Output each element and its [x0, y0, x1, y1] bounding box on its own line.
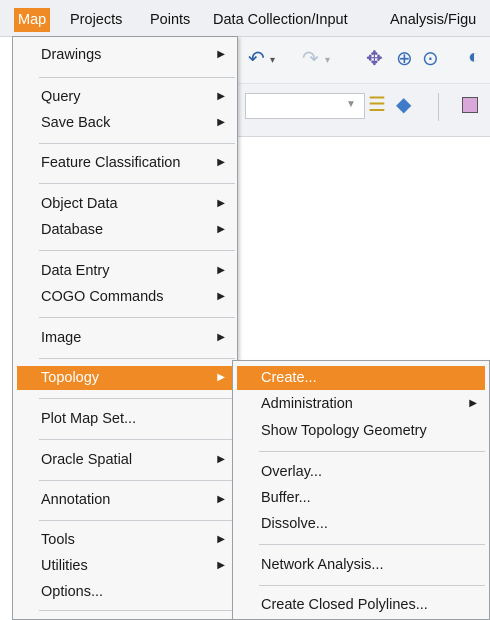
toolbar-divider	[438, 93, 439, 121]
submenu-item-overlay[interactable]: Overlay...	[237, 460, 485, 484]
menu-item-save-back[interactable]: Save Back ▶	[17, 111, 233, 135]
redo-dropdown-icon[interactable]: ▾	[325, 50, 330, 72]
menu-separator	[39, 143, 235, 144]
zoom-window-icon[interactable]: ⊙	[422, 48, 439, 70]
submenu-arrow-icon: ▶	[217, 91, 225, 102]
menu-item-topology[interactable]: Topology ▶	[17, 366, 233, 390]
menu-separator	[39, 183, 235, 184]
menu-item-oracle-spatial[interactable]: Oracle Spatial ▶	[17, 448, 233, 472]
menu-separator	[39, 358, 235, 359]
submenu-item-label: Overlay...	[261, 464, 322, 480]
undo-dropdown-icon[interactable]: ▾	[270, 50, 275, 72]
menu-item-annotation[interactable]: Annotation ▶	[17, 488, 233, 512]
submenu-item-label: Network Analysis...	[261, 557, 384, 573]
submenu-arrow-icon: ▶	[217, 224, 225, 235]
menu-points[interactable]: Points	[146, 8, 194, 32]
menu-analysis-figures[interactable]: Analysis/Figu	[386, 8, 480, 32]
menu-separator	[259, 451, 485, 452]
submenu-item-label: Buffer...	[261, 490, 311, 506]
submenu-item-label: Create...	[261, 370, 317, 386]
menu-separator	[259, 585, 485, 586]
menu-item-label: Save Back	[41, 115, 111, 131]
menu-item-feature-classification[interactable]: Feature Classification ▶	[17, 151, 233, 175]
menu-item-plot-map-set[interactable]: Plot Map Set...	[17, 407, 233, 431]
menu-item-label: Database	[41, 222, 104, 238]
menu-item-cogo-commands[interactable]: COGO Commands ▶	[17, 285, 233, 309]
submenu-item-buffer[interactable]: Buffer...	[237, 486, 485, 510]
menu-item-label: Topology	[41, 370, 100, 386]
menu-item-label: Oracle Spatial	[41, 452, 133, 468]
menu-item-label: Object Data	[41, 196, 118, 212]
submenu-item-dissolve[interactable]: Dissolve...	[237, 512, 485, 536]
submenu-arrow-icon: ▶	[469, 398, 477, 409]
menu-projects[interactable]: Projects	[66, 8, 126, 32]
pan-icon[interactable]: ✥	[366, 48, 383, 70]
zoom-plus-icon[interactable]: ⊕	[396, 48, 413, 70]
menu-item-label: Tools	[41, 532, 75, 548]
submenu-arrow-icon: ▶	[217, 372, 225, 383]
menu-item-label: Utilities	[41, 558, 88, 574]
toolbar-top	[238, 37, 490, 84]
layer-state-icon[interactable]: ◆	[396, 94, 411, 116]
menu-separator	[39, 77, 235, 78]
menu-item-options[interactable]: Options...	[17, 580, 233, 604]
submenu-arrow-icon: ▶	[217, 198, 225, 209]
menu-separator	[39, 398, 235, 399]
menu-item-utilities[interactable]: Utilities ▶	[17, 554, 233, 578]
menu-separator	[39, 250, 235, 251]
submenu-item-network-analysis[interactable]: Network Analysis...	[237, 553, 485, 577]
menu-item-label: Data Entry	[41, 263, 110, 279]
submenu-item-create[interactable]: Create...	[237, 366, 485, 390]
menu-item-label: Feature Classification	[41, 155, 181, 171]
submenu-item-label: Show Topology Geometry	[261, 423, 427, 439]
undo-icon[interactable]: ↶	[248, 48, 265, 70]
menu-item-drawings[interactable]: Drawings ▶	[17, 43, 233, 67]
menu-item-image[interactable]: Image ▶	[17, 326, 233, 350]
zoom-extents-icon[interactable]: ◐	[468, 46, 480, 68]
menu-bar: Map Projects Points Data Collection/Inpu…	[0, 0, 490, 37]
submenu-arrow-icon: ▶	[217, 332, 225, 343]
menu-separator	[39, 610, 235, 611]
menu-item-label: Annotation	[41, 492, 111, 508]
submenu-item-show-topology-geometry[interactable]: Show Topology Geometry	[237, 419, 485, 443]
menu-separator	[259, 544, 485, 545]
menu-item-object-data[interactable]: Object Data ▶	[17, 192, 233, 216]
menu-item-label: Plot Map Set...	[41, 411, 137, 427]
submenu-arrow-icon: ▶	[217, 494, 225, 505]
menu-item-label: COGO Commands	[41, 289, 164, 305]
submenu-item-label: Create Closed Polylines...	[261, 597, 428, 613]
submenu-item-label: Administration	[261, 396, 353, 412]
submenu-item-administration[interactable]: Administration ▶	[237, 392, 485, 416]
submenu-arrow-icon: ▶	[217, 117, 225, 128]
menu-item-query[interactable]: Query ▶	[17, 85, 233, 109]
submenu-item-label: Dissolve...	[261, 516, 328, 532]
redo-icon[interactable]: ↷	[302, 48, 319, 70]
submenu-arrow-icon: ▶	[217, 265, 225, 276]
submenu-arrow-icon: ▶	[217, 534, 225, 545]
menu-item-label: Drawings	[41, 47, 102, 63]
menu-item-database[interactable]: Database ▶	[17, 218, 233, 242]
menu-item-tools[interactable]: Tools ▶	[17, 528, 233, 552]
color-swatch-icon[interactable]	[462, 97, 478, 113]
menu-item-label: Image	[41, 330, 82, 346]
submenu-item-create-closed-polylines[interactable]: Create Closed Polylines...	[237, 593, 485, 617]
menu-item-data-entry[interactable]: Data Entry ▶	[17, 259, 233, 283]
menu-item-label: Options...	[41, 584, 104, 600]
combo-dropdown-icon[interactable]: ▼	[343, 96, 359, 114]
menu-separator	[39, 317, 235, 318]
submenu-arrow-icon: ▶	[217, 454, 225, 465]
submenu-arrow-icon: ▶	[217, 157, 225, 168]
menu-separator	[39, 480, 235, 481]
menu-separator	[39, 439, 235, 440]
menu-item-label: Query	[41, 89, 81, 105]
topology-submenu: Create... Administration ▶ Show Topology …	[232, 360, 490, 620]
menu-data-collection-input[interactable]: Data Collection/Input	[209, 8, 352, 32]
menu-separator	[39, 520, 235, 521]
submenu-arrow-icon: ▶	[217, 291, 225, 302]
map-menu: Drawings ▶ Query ▶ Save Back ▶ Feature Clas…	[12, 36, 238, 620]
submenu-arrow-icon: ▶	[217, 49, 225, 60]
menu-map[interactable]: Map	[14, 8, 51, 32]
layers-icon[interactable]: ☰	[368, 94, 386, 116]
submenu-arrow-icon: ▶	[217, 560, 225, 571]
